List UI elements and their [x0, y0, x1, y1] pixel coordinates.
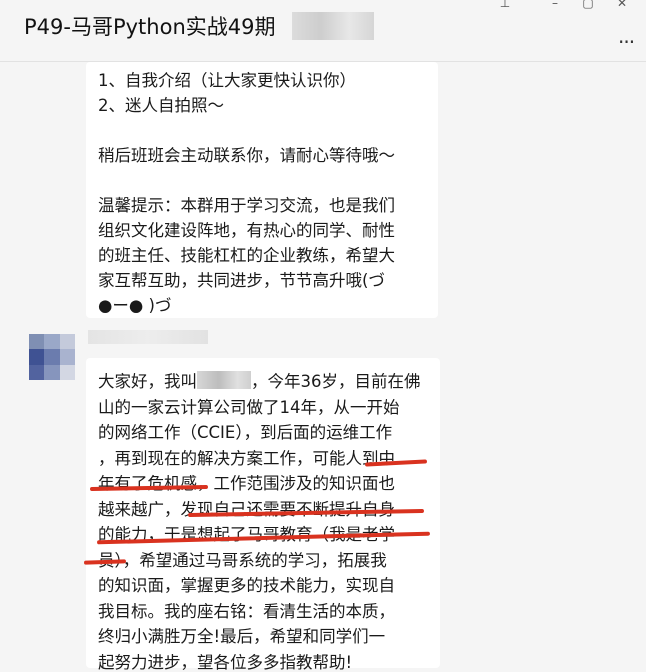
- message-line: 大家好，我叫 ，今年36岁，目前在佛: [98, 369, 430, 395]
- message-line: 终归小满胜万全!最后，希望和同学们一: [98, 627, 386, 646]
- redacted-name: [197, 371, 251, 389]
- message-line: 稍后班班会主动联系你，请耐心等待哦～: [98, 146, 395, 165]
- message-line: 的班主任、技能杠杠的企业教练，希望大: [98, 246, 395, 265]
- message-line: 2、迷人自拍照～: [98, 96, 224, 115]
- message-line: ●ー● )づ: [98, 296, 172, 315]
- message-line: 家互帮互助，共同进步，节节高升哦(づ: [98, 271, 385, 290]
- message-line: 1、自我介绍（让大家更快认识你）: [98, 71, 356, 90]
- minimize-icon[interactable]: –: [547, 0, 563, 10]
- redacted-title-suffix: [292, 12, 374, 40]
- message-line: 我目标。我的座右铭：看清生活的本质，: [98, 601, 395, 621]
- message-line: 温馨提示：本群用于学习交流，也是我们: [98, 196, 395, 215]
- message-line-end: ，今年36岁，目前在佛: [251, 372, 421, 391]
- pin-icon[interactable]: ⊥: [497, 0, 513, 10]
- message-line: 的网络工作（CCIE），到后面的运维工作: [98, 423, 393, 442]
- redacted-sender-name: [88, 330, 208, 344]
- message-line: 的知识面，掌握更多的技术能力，实现自: [98, 576, 395, 595]
- message-line: 员），希望通过马哥系统的学习，拓展我: [98, 550, 387, 570]
- chat-header: P49-马哥Python实战49期 ⊥ – ▢ ✕ ···: [0, 0, 646, 62]
- message-line: 山的一家云计算公司做了14年，从一开始: [98, 397, 400, 417]
- message-line: ，再到现在的解决方案工作，可能人到中: [98, 448, 395, 468]
- chat-title: P49-马哥Python实战49期: [24, 15, 276, 39]
- message-line: 起努力进步，望各位多多指教帮助!: [98, 652, 353, 672]
- message-line: 年有了危机感，工作范围涉及的知识面也: [98, 474, 395, 493]
- maximize-icon[interactable]: ▢: [580, 0, 596, 10]
- avatar[interactable]: [29, 334, 75, 380]
- message-line: 组织文化建设阵地，有热心的同学、耐性: [98, 221, 395, 240]
- message-line: [98, 118, 426, 143]
- message-line-start: 大家好，我叫: [98, 372, 197, 391]
- message-bubble[interactable]: 1、自我介绍（让大家更快认识你） 2、迷人自拍照～ 稍后班班会主动联系你，请耐心…: [86, 62, 438, 318]
- more-icon[interactable]: ···: [618, 30, 635, 54]
- close-icon[interactable]: ✕: [614, 0, 630, 10]
- message-line: [98, 168, 426, 193]
